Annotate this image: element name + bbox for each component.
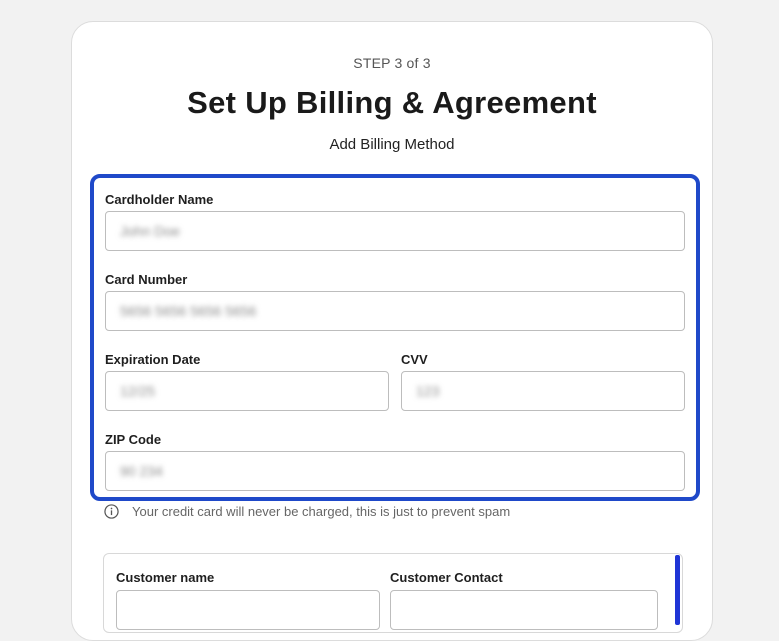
billing-note-text: Your credit card will never be charged, … — [132, 504, 511, 519]
card-number-label: Card Number — [105, 272, 188, 287]
customer-section-scroll-indicator — [675, 555, 680, 625]
zip-code-placeholder: 90 234 — [120, 463, 163, 479]
cardholder-name-placeholder: John Doe — [120, 223, 180, 239]
cvv-label: CVV — [401, 352, 428, 367]
cvv-field[interactable]: 123 — [401, 371, 685, 411]
expiration-date-field[interactable]: 12/25 — [105, 371, 389, 411]
customer-contact-field[interactable] — [390, 590, 658, 630]
customer-name-label: Customer name — [116, 570, 215, 585]
cardholder-name-label: Cardholder Name — [105, 192, 214, 207]
section-subtitle: Add Billing Method — [329, 136, 455, 153]
card-number-field[interactable]: 5656 5656 5656 5656 — [105, 291, 685, 331]
zip-code-label: ZIP Code — [105, 432, 162, 447]
billing-note: Your credit card will never be charged, … — [104, 504, 510, 519]
customer-name-field[interactable] — [116, 590, 380, 630]
billing-method-form: Cardholder Name John Doe Card Number 565… — [90, 174, 700, 501]
cvv-placeholder: 123 — [416, 383, 440, 399]
zip-code-field[interactable]: 90 234 — [105, 451, 685, 491]
customer-section: Customer name Customer Contact — [103, 553, 683, 633]
info-icon — [104, 504, 119, 519]
customer-contact-label: Customer Contact — [390, 570, 503, 585]
billing-card: STEP 3 of 3 Set Up Billing & Agreement A… — [71, 21, 713, 641]
card-number-placeholder: 5656 5656 5656 5656 — [120, 303, 257, 319]
expiration-date-label: Expiration Date — [105, 352, 201, 367]
expiration-date-placeholder: 12/25 — [120, 383, 156, 399]
cardholder-name-field[interactable]: John Doe — [105, 211, 685, 251]
step-indicator: STEP 3 of 3 — [353, 55, 431, 71]
page-title: Set Up Billing & Agreement — [187, 85, 597, 120]
